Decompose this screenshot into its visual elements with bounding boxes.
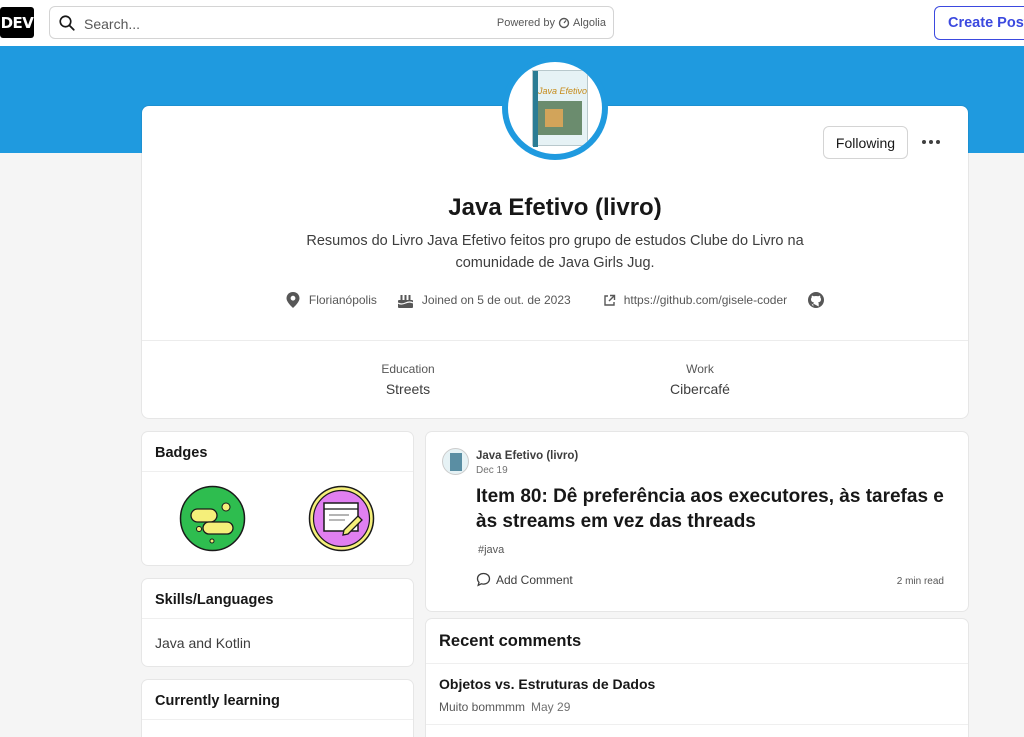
read-time: 2 min read (896, 576, 944, 587)
location-item: Florianópolis (285, 291, 377, 309)
author-avatar[interactable] (442, 448, 469, 475)
joined-text: Joined on 5 de out. de 2023 (421, 293, 571, 307)
dev-logo[interactable]: DEV (0, 7, 34, 38)
education-value: Streets (385, 381, 431, 397)
website-link[interactable]: https://github.com/gisele-coder (624, 293, 787, 307)
more-options-icon[interactable] (919, 132, 943, 152)
add-comment-label: Add Comment (496, 572, 573, 587)
github-icon[interactable] (807, 291, 825, 309)
top-navigation-bar: DEV Search... Powered by Algolia Create … (0, 0, 1024, 46)
article-card[interactable]: Java Efetivo (livro) Dec 19 Item 80: Dê … (426, 432, 968, 611)
profile-avatar: Java Efetivo (502, 56, 608, 160)
search-input[interactable]: Search... Powered by Algolia (49, 6, 614, 39)
badges-card: Badges (142, 432, 413, 565)
profile-name: Java Efetivo (livro) (448, 194, 662, 221)
education-block: Education Streets (308, 362, 508, 397)
location-pin-icon (286, 292, 300, 308)
create-post-button[interactable]: Create Post (934, 6, 1024, 40)
external-link-icon (604, 294, 615, 306)
work-value: Cibercafé (670, 381, 730, 397)
comment-divider (426, 724, 968, 725)
github-item[interactable] (807, 291, 825, 309)
add-comment-button[interactable]: Add Comment (476, 572, 573, 587)
comment-post-title[interactable]: Objetos vs. Estruturas de Dados (439, 676, 655, 692)
powered-by-label: Powered by (496, 17, 555, 29)
cake-icon (397, 294, 414, 308)
recent-comments-title: Recent comments (426, 619, 968, 664)
algolia-label: Algolia (572, 17, 606, 29)
skills-title: Skills/Languages (142, 579, 413, 619)
comment-date: May 29 (531, 700, 571, 714)
badge-purple-icon[interactable] (308, 485, 375, 552)
search-icon (59, 15, 75, 31)
badges-title: Badges (142, 432, 413, 472)
algolia-icon (558, 17, 570, 29)
work-label: Work (686, 362, 714, 376)
badge-green-icon[interactable] (179, 485, 246, 552)
joined-item: Joined on 5 de out. de 2023 (397, 291, 571, 309)
search-placeholder: Search... (84, 16, 141, 32)
following-button[interactable]: Following (823, 126, 908, 159)
book-cover-title: Java Efetivo (538, 86, 588, 96)
skills-card: Skills/Languages Java and Kotlin (142, 579, 413, 666)
skills-value: Java and Kotlin (155, 635, 251, 651)
work-block: Work Cibercafé (600, 362, 800, 397)
article-title[interactable]: Item 80: Dê preferência aos executores, … (476, 484, 956, 534)
comment-snippet[interactable]: Muito bommmm May 29 (439, 700, 570, 714)
article-author[interactable]: Java Efetivo (livro) (476, 450, 578, 462)
recent-comments-card: Recent comments Objetos vs. Estruturas d… (426, 619, 968, 737)
location-text: Florianópolis (308, 293, 377, 307)
comment-text: Muito bommmm (439, 700, 526, 714)
currently-learning-card: Currently learning (142, 680, 413, 737)
powered-by-algolia[interactable]: Powered by Algolia (497, 17, 606, 29)
book-cover-image: Java Efetivo (532, 70, 588, 147)
website-item[interactable]: https://github.com/gisele-coder (603, 291, 787, 309)
education-label: Education (381, 362, 435, 376)
profile-divider (142, 340, 968, 341)
profile-meta: Florianópolis Joined on 5 de out. de 202… (142, 291, 968, 309)
article-tag[interactable]: #java (478, 544, 504, 556)
comment-icon (476, 572, 491, 587)
article-date: Dec 19 (476, 465, 508, 476)
currently-learning-title: Currently learning (142, 680, 413, 720)
profile-bio: Resumos do Livro Java Efetivo feitos pro… (306, 233, 804, 271)
